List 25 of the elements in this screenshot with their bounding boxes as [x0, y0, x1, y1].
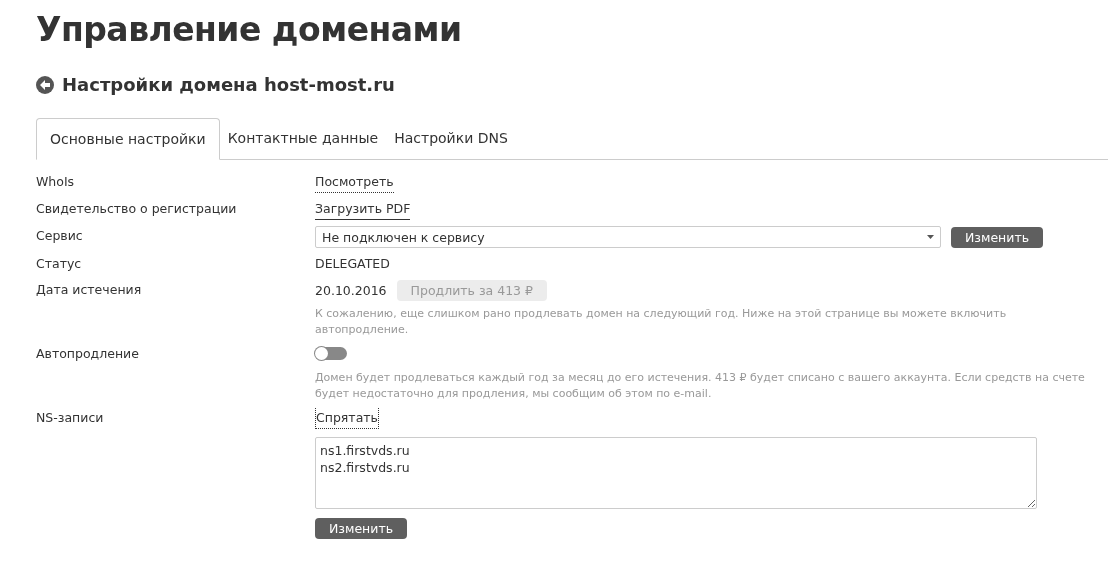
- field-label: Свидетельство о регистрации: [36, 200, 238, 218]
- autorenew-toggle[interactable]: [315, 347, 347, 360]
- field-label: Автопродление: [36, 345, 140, 363]
- status-value: DELEGATED: [315, 255, 390, 273]
- field-label: Статус: [36, 255, 83, 273]
- change-button[interactable]: Изменить: [315, 518, 408, 539]
- domain-settings-heading: Настройки домена host-most.ru: [62, 74, 395, 95]
- link[interactable]: Посмотреть: [315, 172, 394, 193]
- field-label: Дата истечения: [36, 281, 143, 299]
- hide-link[interactable]: Спрятать: [315, 408, 379, 429]
- expiry-date: 20.10.2016: [315, 281, 387, 300]
- tab[interactable]: Настройки DNS: [386, 117, 516, 159]
- tab[interactable]: Основные настройки: [36, 118, 220, 160]
- change-button[interactable]: Изменить: [951, 226, 1044, 248]
- link[interactable]: Загрузить PDF: [315, 199, 411, 220]
- tab[interactable]: Контактные данные: [219, 117, 387, 159]
- hint-text: К сожалению, еще слишком рано продлевать домен на следующий год. Ниже на этой странице вы можете включить автопродление.: [315, 306, 1008, 338]
- caret-icon: [927, 235, 934, 239]
- field-label: WhoIs: [36, 173, 76, 191]
- field-label: Сервис: [36, 227, 84, 245]
- field-label: NS-записи: [36, 409, 105, 427]
- hint-text: Домен будет продлеваться каждый год за месяц до его истечения. 413 ₽ будет списано с вашего аккаунта. Если средств на счете будет недостаточно для продления, мы сообщим об этом по e-mail.: [315, 370, 1086, 402]
- page-title: Управление доменами: [36, 9, 463, 51]
- service-select[interactable]: Не подключен к сервису: [315, 226, 941, 248]
- ns-records-field[interactable]: ns1.firstvds.ru ns2.firstvds.ru: [315, 437, 1037, 509]
